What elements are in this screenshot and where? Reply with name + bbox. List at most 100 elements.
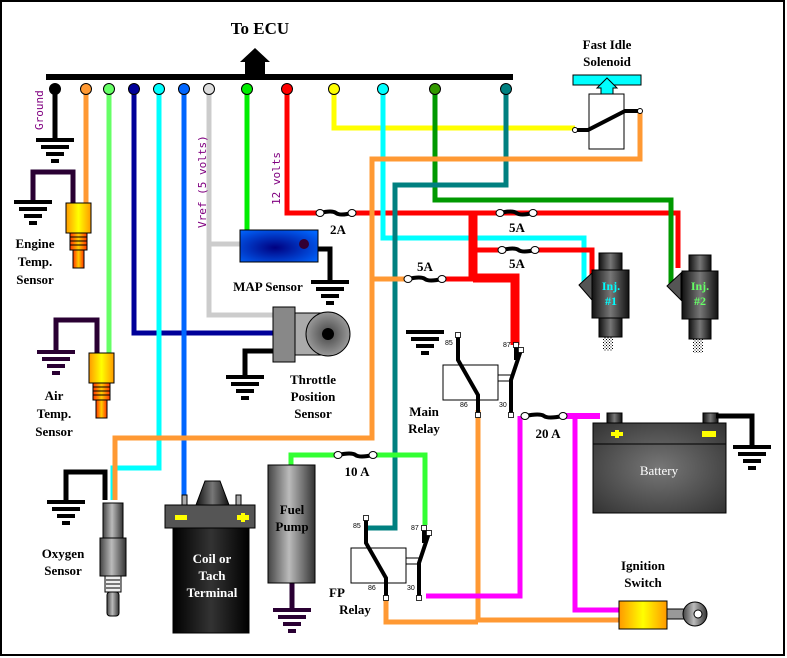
throttle-position-sensor[interactable]: Throttle Position Sensor — [242, 306, 351, 421]
ground-label: Ground — [33, 90, 46, 130]
fp-relay-label-2: Relay — [339, 602, 371, 617]
fuse-20a[interactable] — [520, 412, 568, 420]
fuse-inj1-label: 5A — [509, 220, 526, 235]
air-temp-label-2: Temp. — [37, 406, 72, 421]
map-sensor-label: MAP Sensor — [233, 279, 303, 294]
fuel-spray-icon — [693, 339, 703, 353]
engine-temp-label-2: Temp. — [18, 254, 53, 269]
tps-label-3: Sensor — [294, 406, 332, 421]
ecu-pin-ground[interactable] — [49, 83, 61, 95]
injector-2-label-1: Inj. — [691, 279, 709, 293]
solenoid-label-1: Fast Idle — [583, 37, 632, 52]
vref-label: Vref (5 volts) — [196, 135, 209, 228]
ecu-pin-red[interactable] — [281, 83, 293, 95]
coil-label-3: Terminal — [187, 585, 238, 600]
battery[interactable]: Battery — [592, 412, 755, 514]
air-temp-sensor[interactable]: Air Temp. Sensor — [35, 317, 115, 439]
injector-2[interactable]: Inj. #2 — [666, 254, 719, 353]
ecu-pin-cyan-2[interactable] — [377, 83, 389, 95]
ground-icon — [14, 200, 52, 225]
injector-2-label-2: #2 — [694, 294, 706, 308]
air-temp-label-1: Air — [45, 388, 64, 403]
relay-pin-label: 87 — [503, 342, 511, 349]
air-temp-label-3: Sensor — [35, 424, 73, 439]
injector-1-label-2: #1 — [605, 294, 617, 308]
oxygen-label-2: Sensor — [44, 563, 82, 578]
main-relay-label-2: Relay — [408, 421, 440, 436]
coil-label-2: Tach — [199, 568, 227, 583]
ground-icon — [273, 608, 311, 633]
injector-1-label-1: Inj. — [602, 279, 620, 293]
ground-icon — [226, 375, 264, 400]
relay-pin-label: 87 — [411, 525, 419, 532]
ecu-pin-blue[interactable] — [178, 83, 190, 95]
fuse-10a-label: 10 A — [345, 464, 371, 479]
fp-relay-label-1: FP — [329, 585, 345, 600]
fuel-spray-icon — [603, 337, 613, 351]
wire-fast-idle — [331, 90, 575, 131]
main-relay-label-1: Main — [409, 404, 439, 419]
tps-label-2: Position — [291, 389, 337, 404]
relay-pin-label: 86 — [460, 402, 468, 409]
ecu-pin-cyan[interactable] — [153, 83, 165, 95]
fuse-5a-solenoid[interactable] — [403, 275, 447, 283]
fast-idle-solenoid[interactable]: Fast Idle Solenoid — [572, 37, 643, 150]
engine-temp-label-1: Engine — [15, 236, 54, 251]
ecu-pin-yellow[interactable] — [328, 83, 340, 95]
fuse-2a-label: 2A — [330, 222, 347, 237]
wire-fp-relay-86 — [383, 598, 478, 625]
relay-pin-label: 30 — [407, 585, 415, 592]
ecu-bus — [46, 74, 513, 80]
relay-pin-label: 85 — [353, 523, 361, 530]
fuse-20a-label: 20 A — [536, 426, 562, 441]
fuel-pump-label-2: Pump — [275, 519, 308, 534]
fuse-solenoid-label: 5A — [417, 259, 434, 274]
battery-label: Battery — [640, 463, 679, 478]
ground-icon — [311, 280, 349, 305]
ignition-switch[interactable]: Ignition Switch — [618, 558, 708, 630]
arrow-up-icon — [240, 48, 270, 74]
ground-icon — [36, 138, 74, 163]
fuel-pump[interactable]: Fuel Pump — [267, 464, 316, 608]
solenoid-label-2: Solenoid — [583, 54, 631, 69]
coil-label-1: Coil or — [193, 551, 232, 566]
wire-switched-ignition — [112, 111, 643, 500]
ground-icon — [37, 350, 75, 375]
diagram-canvas: To ECU Ground Vref (5 volts) 12 volts En… — [0, 0, 785, 656]
main-relay[interactable]: 85 87 86 30 — [442, 332, 524, 418]
fuse-2a[interactable] — [315, 209, 357, 217]
ignition-label-2: Switch — [624, 575, 662, 590]
relay-pin-label: 86 — [368, 585, 376, 592]
wire-12v — [284, 90, 318, 216]
ground-icon — [406, 330, 444, 355]
ecu-title: To ECU — [231, 19, 289, 38]
ground-icon — [733, 445, 771, 470]
power-bus-relay — [473, 273, 520, 345]
twelve-volts-label: 12 volts — [270, 152, 283, 205]
coil-tach-terminal[interactable]: Coil or Tach Terminal — [164, 480, 256, 634]
ecu-pin-gray[interactable] — [203, 83, 215, 95]
wire-fp-relay-30 — [426, 416, 523, 599]
fuse-5a-inj2[interactable] — [497, 246, 540, 254]
ignition-label-1: Ignition — [621, 558, 666, 573]
wire-fp-relay-87 — [372, 452, 428, 525]
ecu-pin-teal[interactable] — [500, 83, 512, 95]
engine-temp-label-3: Sensor — [16, 272, 54, 287]
ecu-pin-dark-green[interactable] — [429, 83, 441, 95]
ecu-pin-light-green[interactable] — [103, 83, 115, 95]
engine-temp-sensor[interactable]: Engine Temp. Sensor — [15, 169, 92, 287]
ecu-pin-green[interactable] — [241, 83, 253, 95]
fuel-pump-label-1: Fuel — [280, 502, 305, 517]
fuse-10a[interactable] — [333, 451, 378, 459]
ecu-pin-orange[interactable] — [80, 83, 92, 95]
relay-pin-label: 85 — [445, 340, 453, 347]
relay-pin-label: 30 — [499, 402, 507, 409]
tps-label-1: Throttle — [290, 372, 336, 387]
ecu-pin-dark-blue[interactable] — [128, 83, 140, 95]
fuse-inj2-label: 5A — [509, 256, 526, 271]
negative-terminal-icon — [175, 515, 187, 520]
map-sensor[interactable]: MAP Sensor — [233, 229, 333, 294]
ground-icon — [47, 500, 85, 525]
ecu-pins — [49, 83, 512, 95]
wiring-diagram: To ECU Ground Vref (5 volts) 12 volts En… — [0, 0, 787, 658]
